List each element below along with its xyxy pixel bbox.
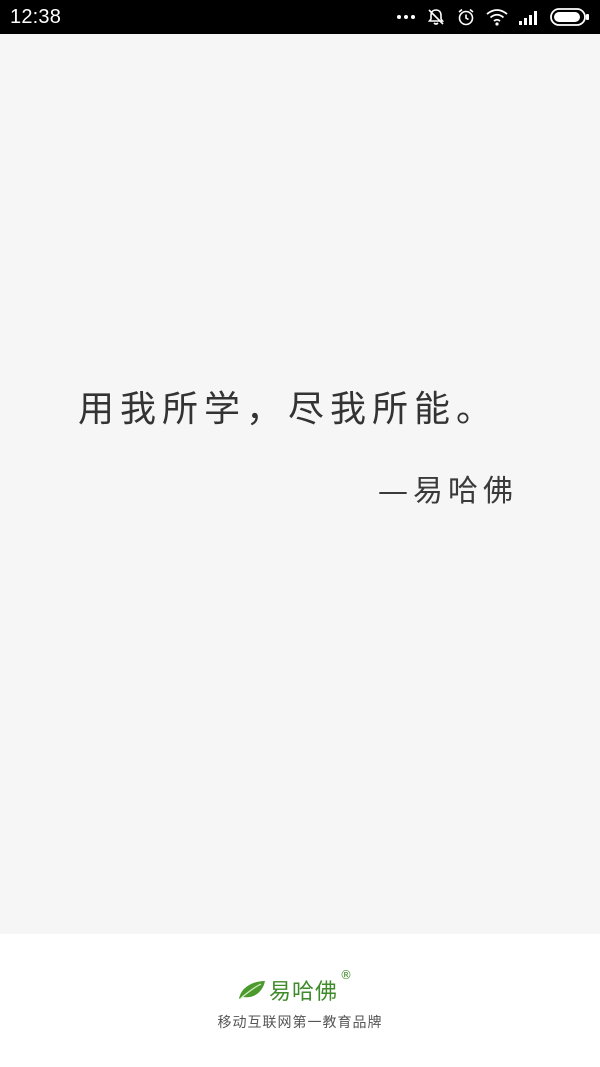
status-icons — [396, 7, 590, 27]
quote-author: —易哈佛 — [378, 474, 518, 509]
brand-name: 易哈佛 — [269, 980, 339, 1005]
brand-slogan: 移动互联网第一教育品牌 — [217, 1015, 383, 1031]
more-dots-icon — [396, 13, 416, 21]
notifications-off-icon — [426, 7, 446, 27]
signal-icon — [518, 9, 540, 25]
status-time: 12:38 — [10, 5, 62, 28]
splash-quote: 用我所学，尽我所能。 — [78, 389, 499, 430]
leaf-icon — [237, 979, 267, 1001]
status-bar: 12:38 — [0, 0, 600, 34]
alarm-icon — [456, 7, 476, 27]
splash-screen: 用我所学，尽我所能。 —易哈佛 — [0, 34, 600, 934]
wifi-icon — [486, 8, 508, 26]
registered-mark: ® — [340, 968, 353, 982]
brand-footer: 易哈佛 ® 移动互联网第一教育品牌 — [0, 934, 600, 1067]
brand-logo: 易哈佛 ® — [237, 968, 352, 1006]
battery-icon — [550, 8, 590, 26]
